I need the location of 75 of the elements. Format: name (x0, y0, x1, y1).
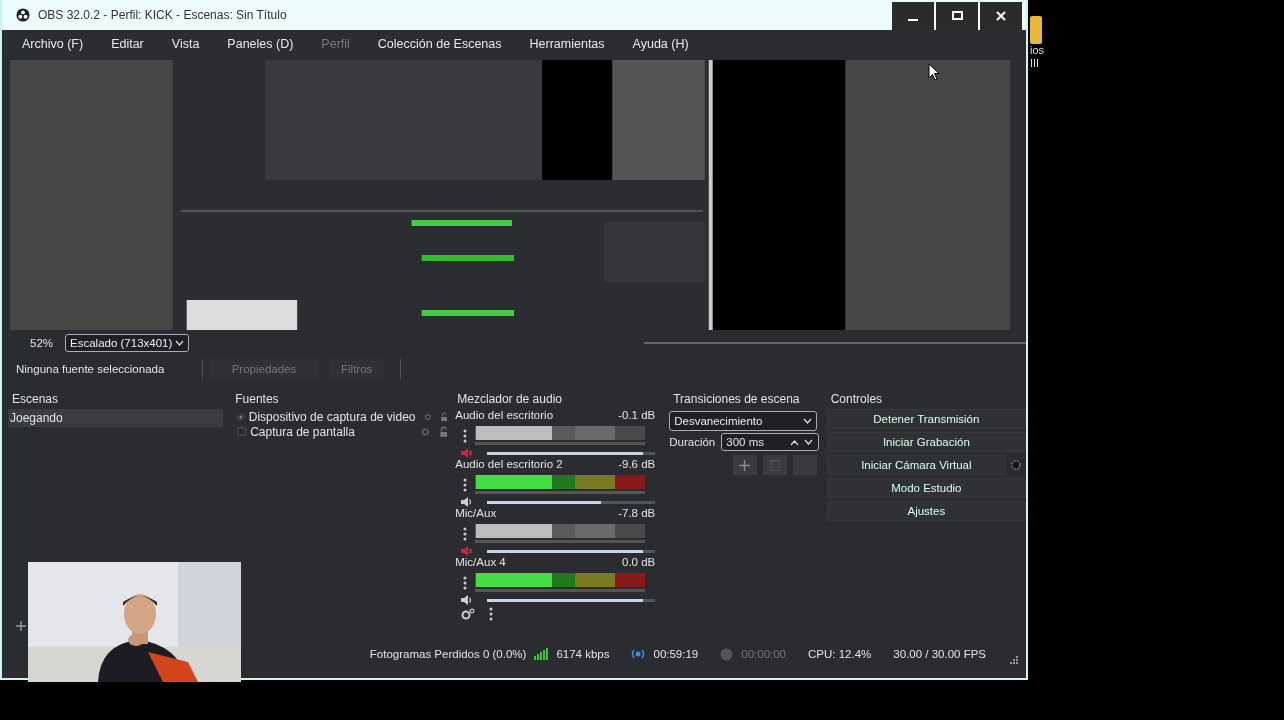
minimize-icon (908, 19, 918, 21)
scrollbar[interactable] (644, 342, 1026, 344)
channel-reading: -9.6 dB (618, 458, 656, 472)
channel-name: Audio del escritorio 2 (455, 458, 563, 472)
more-icon[interactable] (463, 527, 468, 541)
maximize-button[interactable] (936, 2, 978, 30)
add-icon[interactable] (16, 621, 26, 631)
more-icon[interactable] (489, 607, 494, 621)
more-icon[interactable] (463, 478, 468, 492)
fps-text: 30.00 / 30.00 FPS (893, 648, 986, 660)
duration-label: Duración (669, 436, 716, 448)
speaker-icon[interactable] (461, 497, 474, 507)
channel-name: Mic/Aux (455, 507, 497, 521)
menu-item[interactable]: Editar (111, 37, 144, 51)
scale-dropdown[interactable]: Escalado (713x401) (65, 334, 190, 352)
duration-field[interactable]: 300 ms (721, 433, 819, 451)
add-button[interactable] (732, 455, 757, 475)
source-item[interactable]: Captura de pantalla (250, 424, 355, 439)
transition-dropdown[interactable]: Desvanecimiento (669, 411, 818, 431)
spinner-arrows-icon (789, 438, 814, 446)
channel-reading: -7.8 dB (618, 507, 656, 521)
channel-reading: -0.1 dB (618, 409, 656, 423)
channel-name: Audio del escritorio (455, 409, 554, 423)
chevron-down-icon (175, 340, 185, 346)
settings-icon[interactable] (461, 608, 476, 620)
recording-time: 00:00:00 (741, 648, 786, 660)
channel-name: Mic/Aux 4 (455, 556, 506, 570)
panel-title: Escenas (11, 391, 60, 408)
close-button[interactable] (980, 2, 1022, 30)
panel-title: Fuentes (234, 391, 280, 408)
desktop-label: ios (1030, 44, 1045, 57)
panel-title: Mezclador de audio (456, 391, 563, 408)
cpu-usage: CPU: 12.4% (808, 648, 872, 660)
zoom-percent: 52% (30, 337, 54, 349)
source-item[interactable]: Dispositivo de captura de video (248, 409, 416, 424)
close-icon (996, 11, 1006, 21)
menu-item[interactable]: Paneles (D) (227, 37, 294, 51)
control-button[interactable]: Iniciar Cámara Virtual (826, 455, 1006, 475)
menu-item[interactable]: Archivo (F) (22, 37, 84, 51)
scene-item[interactable]: Joegando (8, 409, 224, 427)
muted-speaker-icon[interactable] (461, 546, 474, 556)
maximize-icon (951, 11, 963, 21)
window-title: OBS 32.0.2 - Perfil: KICK - Escenas: Sin Título (38, 8, 287, 22)
status-label: Ninguna fuente seleccionada (16, 363, 166, 375)
dropped-frames-text: Fotogramas Perdidos 0 (0.0%) (369, 648, 527, 660)
bitrate-text: 6174 kbps (556, 648, 610, 660)
menu-item[interactable]: Vista (171, 37, 200, 51)
trash-icon (769, 459, 780, 471)
channel-reading: 0.0 dB (622, 556, 656, 570)
control-button[interactable]: Modo Estudio (826, 478, 1026, 498)
cursor-icon (928, 63, 940, 81)
plus-icon (739, 459, 751, 471)
speaker-icon[interactable] (461, 595, 474, 605)
signal-icon (534, 648, 549, 660)
chevron-down-icon (803, 418, 813, 424)
control-button[interactable]: Ajustes (826, 501, 1026, 521)
more-icon[interactable] (463, 429, 468, 443)
monitor-icon (237, 426, 247, 437)
stream-time: 00:59:19 (653, 648, 699, 660)
menu-item[interactable]: Herramientas (529, 37, 605, 51)
volume-slider[interactable] (487, 500, 656, 504)
muted-speaker-icon[interactable] (461, 448, 474, 458)
resize-grip-icon[interactable] (1010, 656, 1018, 664)
desktop-label: III (1030, 57, 1041, 70)
menu-item[interactable]: Ayuda (H) (632, 37, 689, 51)
more-icon[interactable] (463, 576, 468, 590)
control-button[interactable]: Detener Transmisión (826, 409, 1026, 429)
app-logo-icon (16, 8, 30, 22)
unlock-icon[interactable] (441, 409, 448, 424)
panel-title: Controles (829, 391, 884, 408)
panel-title: Transiciones de escena (672, 391, 801, 408)
unlock-icon[interactable] (439, 424, 448, 439)
control-button[interactable]: Iniciar Grabación (826, 432, 1026, 452)
menu-item[interactable]: Colección de Escenas (377, 37, 502, 51)
camera-icon (237, 411, 245, 422)
